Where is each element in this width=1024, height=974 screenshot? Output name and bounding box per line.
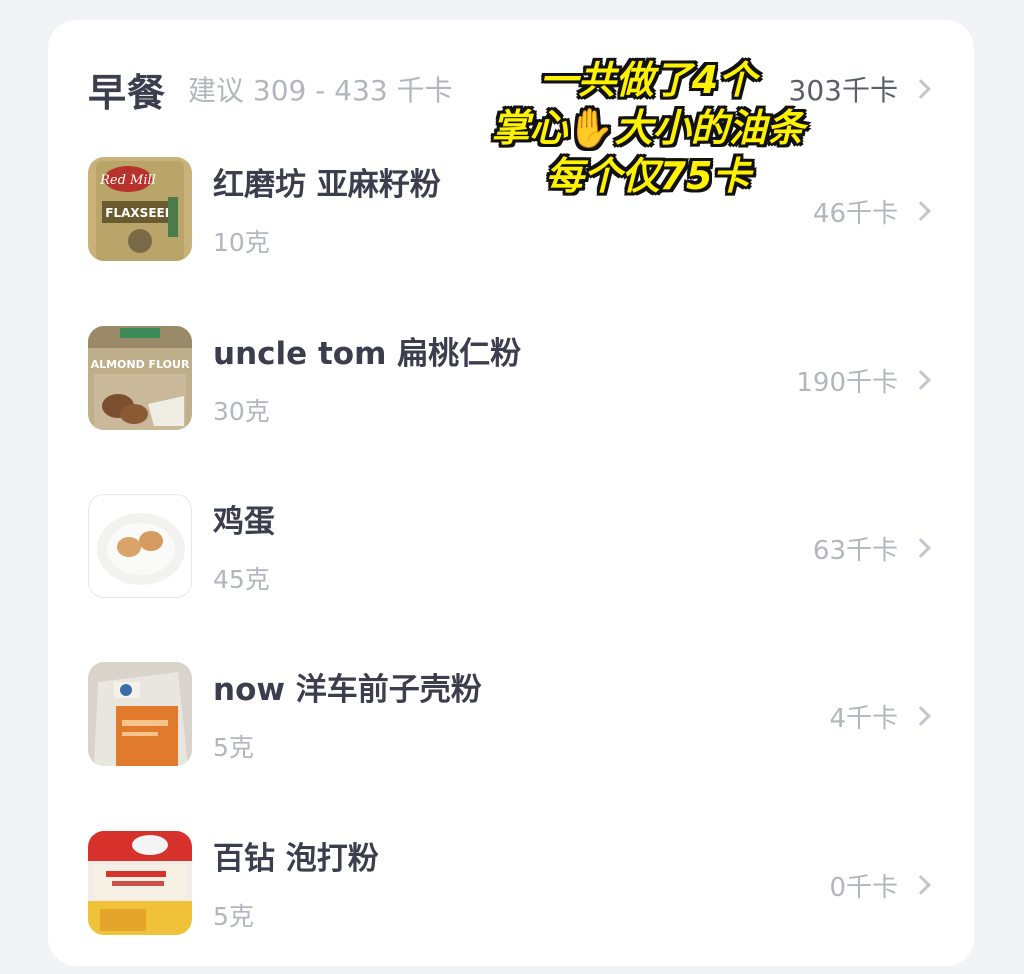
baking-powder-package-photo — [88, 831, 192, 935]
food-name: now 洋车前子壳粉 — [213, 672, 482, 708]
food-kcal-group: 190千卡 — [796, 360, 934, 400]
caption-line-2: 掌心✋大小的油条 — [468, 104, 828, 152]
svg-text:ALMOND FLOUR: ALMOND FLOUR — [91, 358, 190, 371]
psyllium-husk-bag-photo — [88, 662, 192, 766]
food-item-almond-flour[interactable]: ALMOND FLOUR uncle tom 扁桃仁粉 30克 190千卡 — [88, 326, 934, 430]
flaxseed-meal-bag-photo: Red Mill FLAXSEED — [88, 157, 192, 261]
food-name: 百钻 泡打粉 — [213, 841, 379, 877]
eggs-on-plate-photo — [88, 494, 192, 598]
svg-text:FLAXSEED: FLAXSEED — [105, 206, 174, 220]
meal-card: 早餐 建议 309 - 433 千卡 303千卡 Red Mill FLAXSE… — [48, 20, 974, 966]
caption-line-3: 每个仅75卡 — [545, 154, 751, 198]
meal-title: 早餐 — [88, 70, 167, 115]
food-kcal: 4千卡 — [829, 703, 898, 734]
food-name: 鸡蛋 — [213, 504, 275, 540]
food-kcal: 0千卡 — [829, 872, 898, 903]
food-amount: 30克 — [213, 397, 270, 426]
almond-flour-bag-photo: ALMOND FLOUR — [88, 326, 192, 430]
food-kcal: 63千卡 — [812, 535, 898, 566]
food-item-egg[interactable]: 鸡蛋 45克 63千卡 — [88, 494, 934, 598]
food-amount: 5克 — [213, 733, 254, 762]
food-item-baking-powder[interactable]: 百钻 泡打粉 5克 0千卡 — [88, 831, 934, 935]
caption-text: 掌心 — [491, 106, 568, 150]
food-kcal-group: 63千卡 — [813, 528, 934, 568]
food-kcal-group: 4千卡 — [829, 696, 934, 736]
food-kcal-group: 46千卡 — [813, 191, 934, 231]
svg-text:Red Mill: Red Mill — [99, 173, 156, 188]
food-amount: 5克 — [213, 902, 254, 931]
chevron-right-icon — [911, 201, 931, 221]
chevron-right-icon — [911, 706, 931, 726]
hand-palm-icon: ✋ — [567, 106, 615, 150]
food-kcal: 190千卡 — [796, 367, 898, 398]
food-name: 红磨坊 亚麻籽粉 — [213, 167, 441, 203]
chevron-right-icon — [911, 538, 931, 558]
caption-line-1: 一共做了4个 — [539, 58, 757, 102]
chevron-right-icon — [911, 875, 931, 895]
calorie-suggestion: 建议 309 - 433 千卡 — [188, 74, 453, 107]
chevron-right-icon — [911, 79, 931, 99]
food-name: uncle tom 扁桃仁粉 — [213, 336, 522, 372]
chevron-right-icon — [911, 370, 931, 390]
food-item-psyllium[interactable]: now 洋车前子壳粉 5克 4千卡 — [88, 662, 934, 766]
caption-text: 大小的油条 — [614, 106, 805, 150]
food-kcal-group: 0千卡 — [829, 865, 934, 905]
food-amount: 10克 — [213, 228, 270, 257]
caption-overlay: 一共做了4个 掌心✋大小的油条 每个仅75卡 — [468, 56, 828, 200]
food-amount: 45克 — [213, 565, 270, 594]
